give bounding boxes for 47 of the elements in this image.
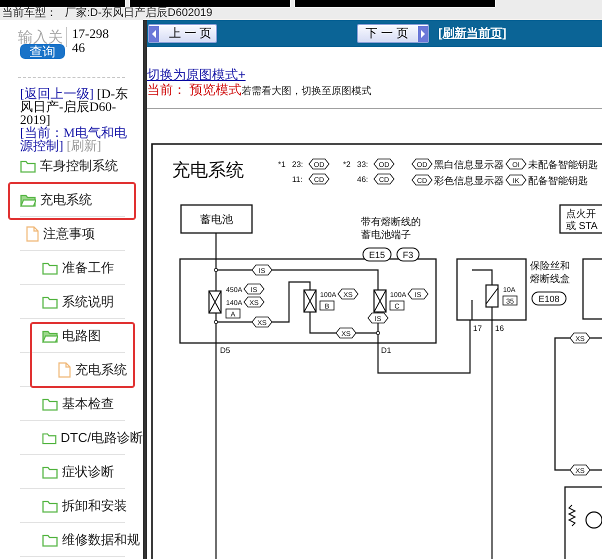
caption-text: 蓄电池端子 — [361, 230, 411, 241]
variant-number: 33: — [357, 160, 368, 169]
junction-dot — [214, 320, 218, 324]
connector-label: E15 — [362, 248, 392, 262]
document-icon — [26, 226, 39, 242]
component-block: 蓄电池 — [180, 204, 253, 234]
variant-mark: *1 — [278, 160, 286, 169]
next-page-button[interactable]: 下 一 页 — [356, 24, 430, 43]
pin-label: 17 — [473, 324, 482, 333]
junction-dot — [376, 331, 380, 335]
vehicle-name: 厂家:D-东风日产启辰D602019 — [65, 7, 212, 20]
original-mode-link[interactable]: 切换为原图模式+ — [147, 67, 246, 82]
back-link[interactable]: [返回上一级] — [20, 86, 94, 101]
previous-page-button[interactable]: 上 一 页 — [148, 24, 217, 43]
fuse-box-outline — [456, 258, 527, 321]
diagram-title: 充电系统 — [172, 160, 244, 180]
connector-label: F3 — [396, 248, 420, 262]
pin-label: 16 — [495, 324, 504, 333]
legend-text: 彩色信息显示器 — [434, 176, 504, 187]
current-mode-text: 当前： 预览模式 — [147, 82, 242, 97]
legend-text: 未配备智能钥匙 — [528, 160, 598, 171]
fuse-symbol — [208, 290, 222, 314]
connector-label: E108 — [532, 292, 566, 306]
document-icon — [58, 362, 71, 378]
pin-label: D5 — [220, 346, 230, 355]
caption-text: 保险丝和 — [530, 261, 570, 272]
variant-number: 23: — [292, 160, 304, 169]
caption-text: 熔断线盒 — [530, 274, 570, 285]
breadcrumb-text: [返回上一级] [D-东风日产-启辰D60-2019] [当前：M电气和电源控制] [刷新] — [20, 87, 129, 152]
variant-number: 46: — [357, 175, 368, 184]
refresh-page-link[interactable]: [刷新当前页] — [438, 25, 506, 42]
vehicle-label: 当前车型： — [2, 7, 57, 20]
legend-text: 配备智能钥匙 — [528, 176, 588, 187]
code-text: 17-29846 — [72, 27, 110, 57]
legend-text: 黑白信息显示器 — [434, 160, 504, 171]
junction-dot — [214, 268, 218, 272]
component-outline — [582, 258, 602, 320]
variant-number: 11: — [292, 175, 303, 184]
fuse-symbol — [485, 284, 499, 308]
query-button[interactable]: 查询 — [20, 44, 65, 59]
hint-text: 若需看大图，切换至原图模式 — [242, 86, 372, 97]
fuse-symbol — [303, 289, 317, 313]
fuse-symbol — [373, 289, 387, 313]
pin-label: D1 — [381, 346, 392, 355]
variant-mark: *2 — [343, 160, 351, 169]
caption-text: 带有熔断线的 — [361, 217, 421, 228]
component-block: 点火开 或 STA — [559, 204, 602, 234]
